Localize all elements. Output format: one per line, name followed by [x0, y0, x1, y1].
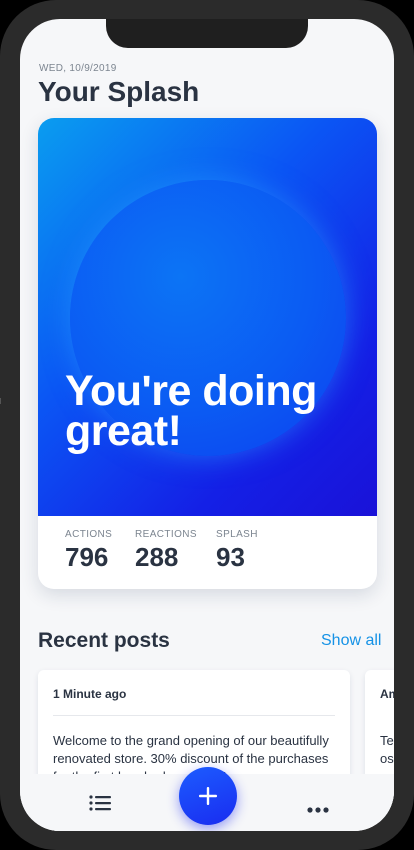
more-icon[interactable] — [307, 800, 329, 813]
stat-label: REACTIONS — [135, 529, 197, 540]
show-all-link[interactable]: Show all — [321, 632, 381, 650]
splash-card[interactable]: You're doing great! ACTIONS 796 REACTION… — [38, 118, 377, 589]
stats-row: ACTIONS 796 REACTIONS 288 SPLASH 93 — [38, 516, 377, 589]
hero-banner: You're doing great! — [38, 118, 377, 516]
post-body: Te os — [380, 733, 394, 766]
plus-icon — [199, 787, 217, 805]
recent-posts-heading: Recent posts — [38, 629, 170, 652]
add-post-button[interactable] — [179, 767, 237, 825]
hero-message: You're doing great! — [65, 367, 317, 455]
post-divider — [53, 715, 335, 716]
stat-actions: ACTIONS 796 — [65, 529, 112, 573]
side-button — [0, 398, 1, 404]
stat-label: SPLASH — [216, 529, 258, 540]
app-screen: WED, 10/9/2019 Your Splash You're doing … — [20, 19, 394, 831]
page-title: Your Splash — [38, 76, 200, 107]
current-date: WED, 10/9/2019 — [39, 63, 117, 74]
stat-value: 796 — [65, 542, 109, 572]
list-icon[interactable] — [89, 795, 111, 811]
stat-label: ACTIONS — [65, 529, 113, 540]
stat-value: 288 — [135, 542, 179, 572]
device-notch — [106, 19, 308, 48]
post-time: Am — [380, 687, 394, 701]
stat-value: 93 — [216, 542, 245, 572]
stat-splash: SPLASH 93 — [216, 529, 258, 573]
post-time: 1 Minute ago — [53, 687, 127, 701]
stat-reactions: REACTIONS 288 — [135, 529, 197, 573]
phone-frame: WED, 10/9/2019 Your Splash You're doing … — [0, 0, 414, 850]
